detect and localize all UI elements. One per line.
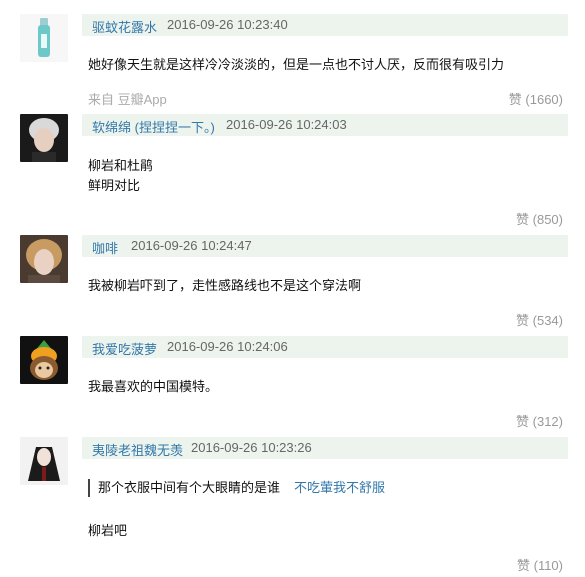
source-label: 来自 豆瓣App [88,92,167,107]
timestamp: 2016-09-26 10:23:26 [191,440,312,455]
avatar[interactable] [20,336,68,384]
spray-bottle-icon [20,14,68,62]
comment-text: 她好像天生就是这样冷冷淡淡的，但是一点也不讨人厌，反而很有吸引力 [88,57,505,72]
anime-character-icon [20,437,68,485]
monkey-doll-icon [20,336,68,384]
timestamp: 2016-09-26 10:23:40 [167,17,288,32]
comment-text: 鲜明对比 [88,178,141,193]
person-portrait-icon [20,114,68,162]
timestamp: 2016-09-26 10:24:47 [131,238,252,253]
username-link[interactable]: 软绵绵 (捏捏捏一下。) [92,117,215,136]
avatar[interactable] [20,437,68,485]
username-link[interactable]: 我爱吃菠萝 [92,339,157,358]
username-link[interactable]: 驱蚊花露水 [92,17,157,36]
comment-text: 我被柳岩吓到了，走性感路线也不是这个穿法啊 [88,278,362,293]
like-button[interactable]: 赞 (312) [516,411,563,430]
timestamp: 2016-09-26 10:24:06 [167,339,288,354]
like-button[interactable]: 赞 (1660) [509,89,563,108]
like-button[interactable]: 赞 (110) [517,555,563,574]
avatar[interactable] [20,235,68,283]
timestamp: 2016-09-26 10:24:03 [226,117,347,132]
like-button[interactable]: 赞 (534) [516,310,563,329]
comment-header: 我爱吃菠萝 2016-09-26 10:24:06 [82,336,568,358]
comment-text: 柳岩吧 [88,523,128,538]
username-link[interactable]: 夷陵老祖魏无羡 [92,440,183,459]
avatar[interactable] [20,14,68,62]
username-link[interactable]: 咖啡 [92,238,118,257]
comment-header: 夷陵老祖魏无羡 2016-09-26 10:23:26 [82,437,568,459]
comment-text: 我最喜欢的中国模特。 [88,379,219,394]
person-portrait-icon [20,235,68,283]
comment-header: 驱蚊花露水 2016-09-26 10:23:40 [82,14,568,36]
avatar[interactable] [20,114,68,162]
quoted-reply: 那个衣服中间有个大眼睛的是谁 不吃葷我不舒服 [88,479,385,497]
comment-header: 咖啡 2016-09-26 10:24:47 [82,235,568,257]
comment-header: 软绵绵 (捏捏捏一下。) 2016-09-26 10:24:03 [82,114,568,136]
like-button[interactable]: 赞 (850) [516,209,563,228]
quote-text: 那个衣服中间有个大眼睛的是谁 [98,480,281,495]
quote-author-link[interactable]: 不吃葷我不舒服 [294,480,385,495]
comment-text: 柳岩和杜鹃 [88,158,154,173]
